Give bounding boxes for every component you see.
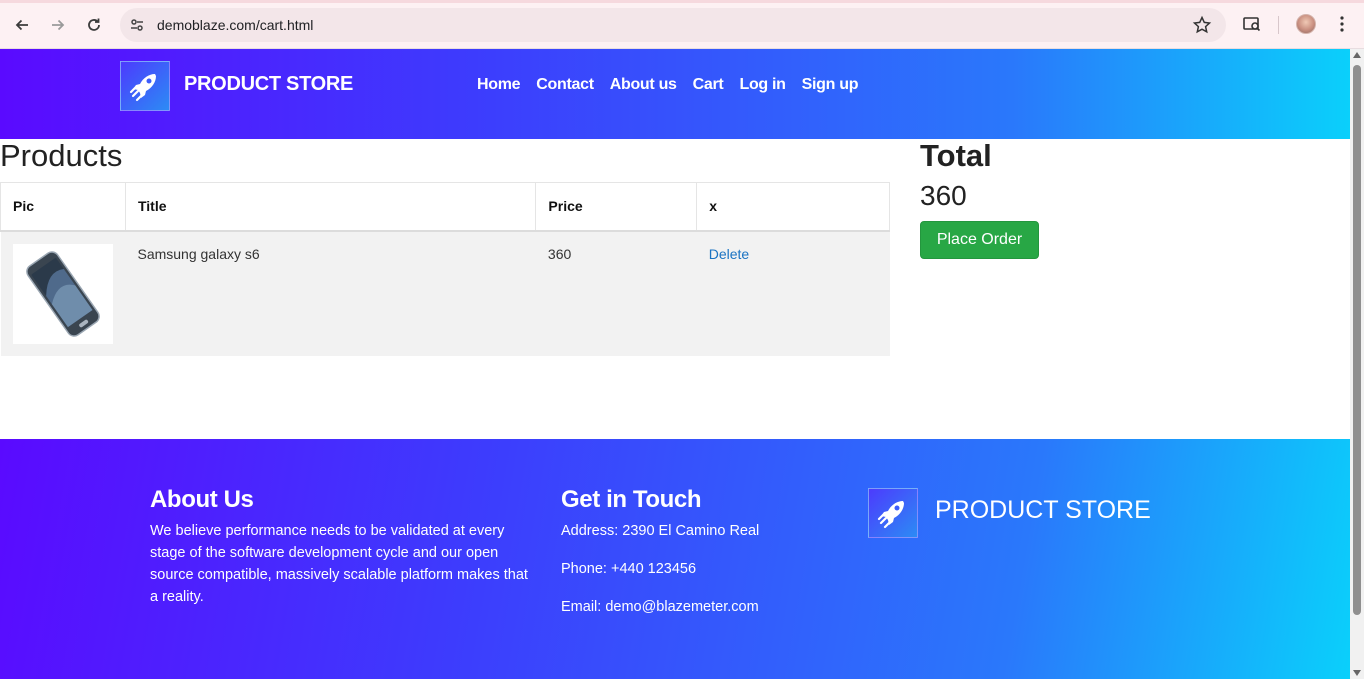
toolbar-divider: [1278, 16, 1279, 34]
scroll-up-arrow-icon[interactable]: [1353, 52, 1361, 58]
nav-home-link[interactable]: Home: [477, 76, 521, 94]
about-us-text: We believe performance needs to be valid…: [150, 523, 528, 605]
contact-phone: Phone: +440 123456: [561, 561, 697, 577]
product-action-cell: Delete: [696, 230, 890, 356]
more-vert-icon: [1340, 16, 1344, 32]
site-footer: About Us We believe performance needs to…: [0, 439, 1350, 679]
browser-toolbar: demoblaze.com/cart.html: [0, 0, 1364, 49]
cast-search-icon: [1243, 17, 1261, 32]
product-title-cell: Samsung galaxy s6: [125, 230, 536, 356]
total-value: 360: [920, 180, 967, 211]
scroll-thumb[interactable]: [1353, 65, 1361, 615]
cart-table: Pic Title Price x Samsung galaxy s6 360 …: [0, 182, 890, 356]
forward-button[interactable]: [45, 12, 71, 38]
back-button[interactable]: [9, 12, 35, 38]
nav-about-link[interactable]: About us: [610, 76, 677, 94]
url-text: demoblaze.com/cart.html: [157, 17, 314, 33]
product-pic-cell: [0, 230, 126, 356]
table-row: Samsung galaxy s6 360 Delete: [0, 230, 890, 356]
nav-login-link[interactable]: Log in: [739, 76, 785, 94]
rocket-icon: [129, 74, 156, 102]
column-header-x: x: [696, 182, 890, 232]
column-header-title: Title: [124, 182, 537, 232]
phone-icon: [25, 250, 100, 337]
footer-brand-name: PRODUCT STORE: [935, 496, 1151, 524]
footer-logo-icon: [868, 488, 918, 538]
place-order-button[interactable]: Place Order: [920, 221, 1039, 259]
products-heading: Products: [0, 138, 123, 173]
tab-strip-edge: [0, 0, 1364, 3]
reload-button[interactable]: [81, 12, 107, 38]
nav-cart-link[interactable]: Cart: [693, 76, 724, 94]
delete-link[interactable]: Delete: [709, 246, 749, 262]
nav-signup-link[interactable]: Sign up: [802, 76, 859, 94]
product-image: [12, 243, 113, 344]
column-header-pic: Pic: [0, 182, 126, 232]
contact-email: Email: demo@blazemeter.com: [561, 599, 759, 615]
scroll-down-arrow-icon[interactable]: [1353, 670, 1361, 676]
site-navbar: PRODUCT STORE Home Contact About us Cart…: [0, 49, 1350, 139]
brand-logo-icon[interactable]: [120, 61, 170, 111]
avatar: [1296, 14, 1316, 34]
nav-contact-link[interactable]: Contact: [536, 76, 594, 94]
bookmark-star-icon[interactable]: [1192, 15, 1212, 35]
arrow-left-icon: [15, 19, 28, 31]
about-us-heading: About Us: [150, 486, 254, 513]
rocket-icon: [877, 501, 904, 529]
column-header-price: Price: [535, 182, 698, 232]
brand-name[interactable]: PRODUCT STORE: [184, 73, 353, 96]
address-bar[interactable]: demoblaze.com/cart.html: [120, 8, 1226, 42]
reload-icon: [88, 18, 100, 31]
media-router-button[interactable]: [1240, 12, 1264, 36]
table-header-row: Pic Title Price x: [0, 182, 890, 232]
site-settings-icon[interactable]: [128, 16, 146, 34]
contact-address: Address: 2390 El Camino Real: [561, 523, 760, 539]
nav-links: Home Contact About us Cart Log in Sign u…: [477, 76, 874, 94]
get-in-touch-heading: Get in Touch: [561, 486, 702, 513]
total-heading: Total: [920, 138, 992, 173]
arrow-right-icon: [52, 19, 65, 31]
profile-button[interactable]: [1294, 12, 1318, 36]
page-scrollbar[interactable]: [1350, 49, 1364, 679]
browser-menu-button[interactable]: [1330, 12, 1354, 36]
product-price-cell: 360: [535, 230, 697, 356]
